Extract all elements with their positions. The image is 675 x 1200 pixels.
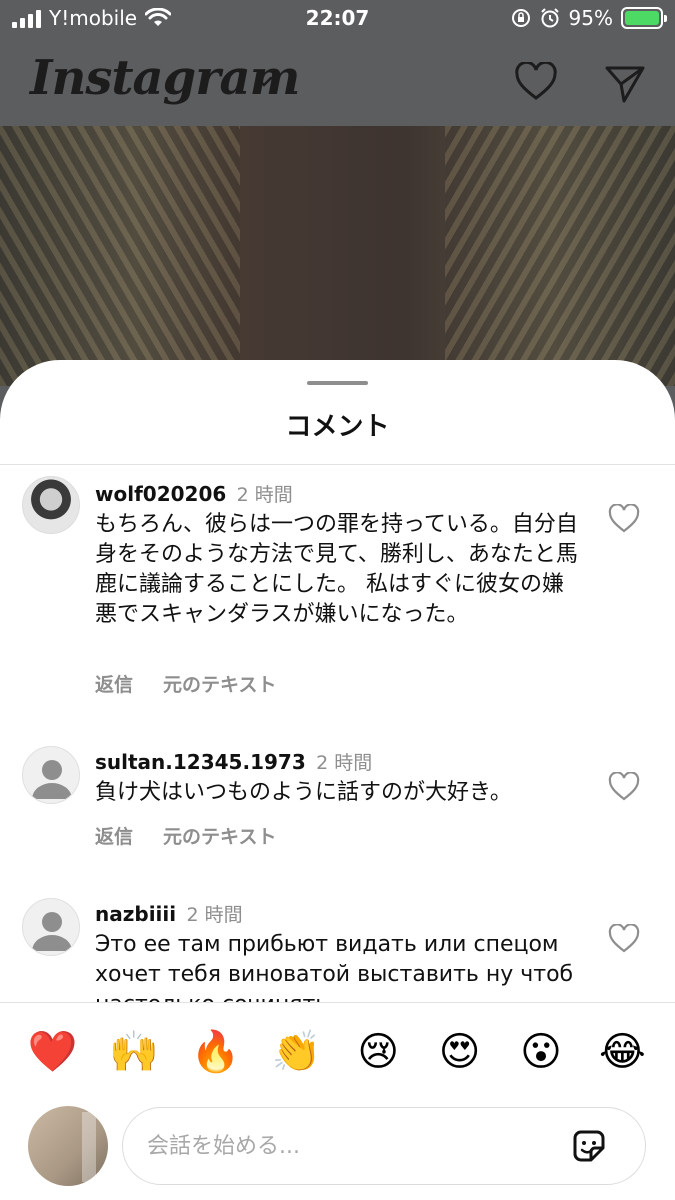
divider — [0, 1002, 675, 1003]
comment-header: sultan.12345.1973 2 時間 — [95, 748, 372, 775]
app-header: Instagram — [0, 40, 675, 126]
comment-composer — [0, 1104, 675, 1190]
emoji-crying[interactable]: 😢 — [348, 1024, 408, 1080]
comment-text: Это ее там прибьют видать или спецом хоч… — [95, 932, 574, 1002]
comment-username[interactable]: nazbiiii — [95, 902, 176, 926]
emoji-heart-eyes[interactable]: 😍 — [430, 1024, 490, 1080]
like-heart-icon[interactable] — [608, 504, 640, 534]
comment-header: wolf020206 2 時間 — [95, 480, 293, 507]
comment-actions: 返信 元のテキスト — [95, 670, 276, 697]
comment-header: nazbiiii 2 時間 — [95, 900, 243, 927]
status-right: 95% — [511, 6, 667, 30]
comment-time: 2 時間 — [236, 484, 293, 506]
emoji-raised-hands[interactable]: 🙌 — [104, 1024, 164, 1080]
sheet-title: コメント — [285, 412, 390, 442]
emoji-surprised[interactable]: 😮 — [511, 1024, 571, 1080]
comments-sheet: コメント wolf020206 2 時間 もちろん、彼らは一つの罪を持っている。… — [0, 360, 675, 1200]
emoji-heart[interactable]: ❤️ — [23, 1024, 83, 1080]
sticker-icon[interactable] — [569, 1126, 609, 1166]
comment-text: もちろん、彼らは一つの罪を持っている。自分自身をそのような方法で見て、勝利し、あ… — [95, 512, 578, 627]
comment-actions: 返信 元のテキスト — [95, 822, 276, 849]
my-avatar — [28, 1106, 108, 1186]
comment-username[interactable]: sultan.12345.1973 — [95, 750, 306, 774]
comment-username[interactable]: wolf020206 — [95, 482, 226, 506]
comment-text: 負け犬はいつものように話すのが大好き。 — [95, 780, 512, 805]
alarm-icon — [540, 8, 559, 28]
emoji-quick-reactions: ❤️ 🙌 🔥 👏 😢 😍 😮 😂 — [0, 1024, 675, 1080]
battery-percent: 95% — [568, 6, 613, 30]
see-original-button[interactable]: 元のテキスト — [163, 822, 276, 849]
reply-button[interactable]: 返信 — [95, 822, 133, 849]
default-avatar-icon[interactable] — [22, 898, 80, 956]
status-bar: Y!mobile 22:07 95% — [0, 0, 675, 40]
see-original-button[interactable]: 元のテキスト — [163, 670, 276, 697]
post-photo — [0, 126, 675, 386]
avatar[interactable] — [22, 476, 80, 534]
emoji-fire[interactable]: 🔥 — [185, 1024, 245, 1080]
battery-icon — [621, 7, 667, 29]
rotation-lock-icon — [511, 9, 530, 27]
comment-input-container[interactable] — [122, 1107, 646, 1185]
chevron-down-icon[interactable] — [254, 74, 274, 88]
default-avatar-icon[interactable] — [22, 746, 80, 804]
comment-time: 2 時間 — [186, 904, 243, 926]
reply-button[interactable]: 返信 — [95, 670, 133, 697]
activity-heart-icon[interactable] — [514, 62, 558, 102]
direct-message-icon[interactable] — [604, 64, 646, 104]
emoji-tears-of-joy[interactable]: 😂 — [592, 1024, 652, 1080]
sheet-grabber[interactable] — [307, 381, 368, 385]
like-heart-icon[interactable] — [608, 772, 640, 802]
comment-time: 2 時間 — [316, 752, 373, 774]
like-heart-icon[interactable] — [608, 924, 640, 954]
screen: Y!mobile 22:07 95% Instagram コメント wolf02… — [0, 0, 675, 1200]
comment-list[interactable]: wolf020206 2 時間 もちろん、彼らは一つの罪を持っている。自分自身を… — [0, 464, 675, 1002]
comment-input[interactable] — [147, 1128, 547, 1164]
emoji-clap[interactable]: 👏 — [267, 1024, 327, 1080]
